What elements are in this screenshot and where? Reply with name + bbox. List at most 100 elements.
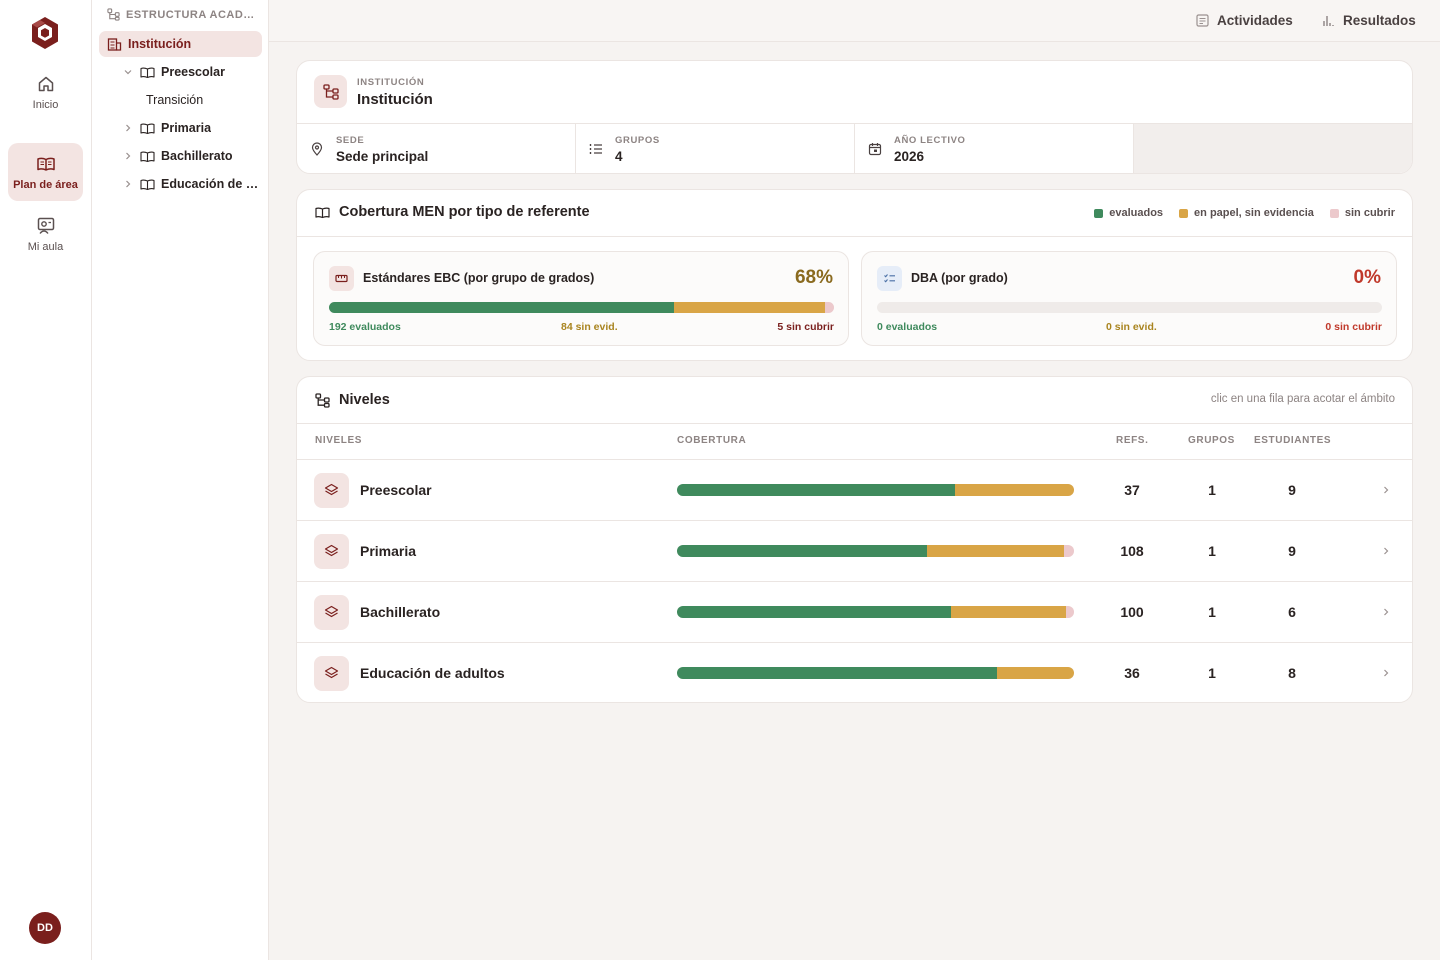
levels-table-body: Preescolar 37 1 9 Primaria 108 1 9 Bachi…	[297, 460, 1412, 702]
segment-en-papel	[674, 302, 825, 313]
coverage-box-ebc: Estándares EBC (por grupo de grados) 68%…	[313, 251, 849, 346]
segment-sin-cubrir	[825, 302, 834, 313]
user-avatar[interactable]: DD	[29, 912, 61, 944]
coverage-title-text: Cobertura MEN por tipo de referente	[339, 204, 590, 220]
segment-evaluados	[677, 545, 928, 557]
segment-sin-cubrir	[1066, 606, 1074, 618]
table-row[interactable]: Educación de adultos 36 1 8	[297, 643, 1412, 702]
rail-item-inicio[interactable]: Inicio	[8, 63, 83, 121]
stat-sede-label: SEDE	[336, 135, 365, 146]
stats-filler	[1134, 124, 1412, 173]
institution-eyebrow: INSTITUCIÓN	[357, 77, 425, 88]
dba-evaluados: 0 evaluados	[877, 321, 938, 333]
institution-heading: INSTITUCIÓN Institución	[357, 77, 433, 108]
stat-ano-lectivo: AÑO LECTIVO 2026	[855, 124, 1134, 173]
level-name: Educación de adultos	[360, 665, 505, 681]
stat-grupos-value: 4	[615, 149, 623, 164]
stat-grupos-label: GRUPOS	[615, 135, 660, 146]
level-coverage-bar	[677, 667, 1074, 679]
level-refs: 108	[1120, 543, 1144, 559]
level-estudiantes: 9	[1288, 543, 1296, 559]
app-logo-icon[interactable]	[30, 16, 60, 50]
checklist-icon	[877, 266, 902, 291]
rail-label-inicio: Inicio	[32, 98, 59, 111]
legend-swatch-evaluados	[1094, 208, 1104, 218]
tree-item-institucion[interactable]: Institución	[99, 31, 262, 57]
layers-icon	[314, 473, 349, 508]
coverage-bar-dba	[877, 302, 1382, 313]
coverage-box-ebc-percent: 68%	[794, 267, 833, 288]
tree-label-transicion: Transición	[146, 93, 204, 107]
ebc-sin-cubrir: 5 sin cubrir	[777, 321, 834, 333]
chevron-down-icon[interactable]	[121, 65, 135, 79]
divider	[297, 236, 1412, 237]
list-icon	[589, 144, 602, 154]
chevron-right-icon[interactable]	[121, 149, 135, 163]
coverage-box-ebc-name: Estándares EBC (por grupo de grados)	[363, 271, 595, 285]
table-row[interactable]: Preescolar 37 1 9	[297, 460, 1412, 521]
left-rail: Inicio Plan de área Mi aula DD	[0, 0, 92, 960]
hierarchy-icon	[107, 8, 120, 21]
hierarchy-icon	[314, 75, 347, 108]
rail-label-plan-de-area: Plan de área	[13, 178, 78, 191]
actividades-label: Actividades	[1217, 13, 1293, 28]
structure-tree: ESTRUCTURA ACAD… Institución Preescolar …	[92, 0, 269, 960]
levels-title: Niveles	[315, 392, 390, 408]
level-refs: 37	[1124, 482, 1140, 498]
chevron-right-icon	[1384, 608, 1389, 616]
table-row[interactable]: Bachillerato 100 1 6	[297, 582, 1412, 643]
chevron-right-icon[interactable]	[121, 177, 135, 191]
layers-icon	[314, 534, 349, 569]
tree-item-preescolar[interactable]: Preescolar	[99, 59, 262, 85]
divider	[297, 423, 1412, 424]
stat-sede: SEDE Sede principal	[297, 124, 576, 173]
stat-grupos: GRUPOS 4	[576, 124, 855, 173]
ruler-icon	[329, 266, 354, 291]
calendar-icon	[868, 143, 882, 156]
legend-label-sin-cubrir: sin cubrir	[1344, 207, 1395, 219]
level-estudiantes: 6	[1288, 604, 1296, 620]
bar-chart-icon	[1323, 16, 1334, 26]
classroom-icon	[37, 217, 54, 234]
rail-item-plan-de-area[interactable]: Plan de área	[8, 143, 83, 201]
stat-ano-lectivo-value: 2026	[894, 149, 925, 164]
resultados-button[interactable]: Resultados	[1322, 13, 1416, 28]
segment-en-papel	[950, 606, 1067, 618]
stat-ano-lectivo-label: AÑO LECTIVO	[894, 135, 966, 146]
chevron-right-icon[interactable]	[121, 121, 135, 135]
chevron-right-icon	[1384, 486, 1389, 494]
building-icon	[107, 37, 122, 51]
segment-evaluados	[677, 667, 997, 679]
tree-item-primaria[interactable]: Primaria	[99, 115, 262, 141]
top-bar: Actividades Resultados	[269, 0, 1440, 42]
col-header-niveles: NIVELES	[315, 435, 362, 446]
segment-en-papel	[954, 484, 1074, 496]
tree-item-educacion-adultos[interactable]: Educación de …	[99, 171, 262, 197]
tree-item-bachillerato[interactable]: Bachillerato	[99, 143, 262, 169]
levels-title-text: Niveles	[339, 392, 390, 408]
legend-evaluados: evaluados	[1094, 207, 1163, 219]
legend-en-papel: en papel, sin evidencia	[1179, 207, 1314, 219]
tree-label-preescolar: Preescolar	[161, 65, 225, 79]
col-header-cobertura: COBERTURA	[677, 435, 747, 446]
institution-card: INSTITUCIÓN Institución SEDE Sede princi…	[296, 60, 1413, 174]
level-refs: 100	[1120, 604, 1144, 620]
table-row[interactable]: Primaria 108 1 9	[297, 521, 1412, 582]
level-refs: 36	[1124, 665, 1140, 681]
segment-evaluados	[677, 484, 955, 496]
hierarchy-icon	[315, 392, 330, 408]
rail-item-mi-aula[interactable]: Mi aula	[8, 205, 83, 263]
level-grupos: 1	[1208, 604, 1216, 620]
segment-en-papel	[996, 667, 1074, 679]
home-icon	[38, 76, 53, 91]
level-grupos: 1	[1208, 482, 1216, 498]
tree-header: ESTRUCTURA ACAD…	[107, 8, 255, 21]
coverage-title: Cobertura MEN por tipo de referente	[315, 204, 590, 220]
stat-sede-value: Sede principal	[336, 149, 429, 164]
activities-icon	[1196, 14, 1209, 27]
book-open-icon	[36, 157, 55, 171]
level-name: Preescolar	[360, 482, 432, 498]
tree-item-transicion[interactable]: Transición	[99, 87, 262, 113]
actividades-button[interactable]: Actividades	[1196, 13, 1293, 28]
chevron-right-icon	[1384, 547, 1389, 555]
